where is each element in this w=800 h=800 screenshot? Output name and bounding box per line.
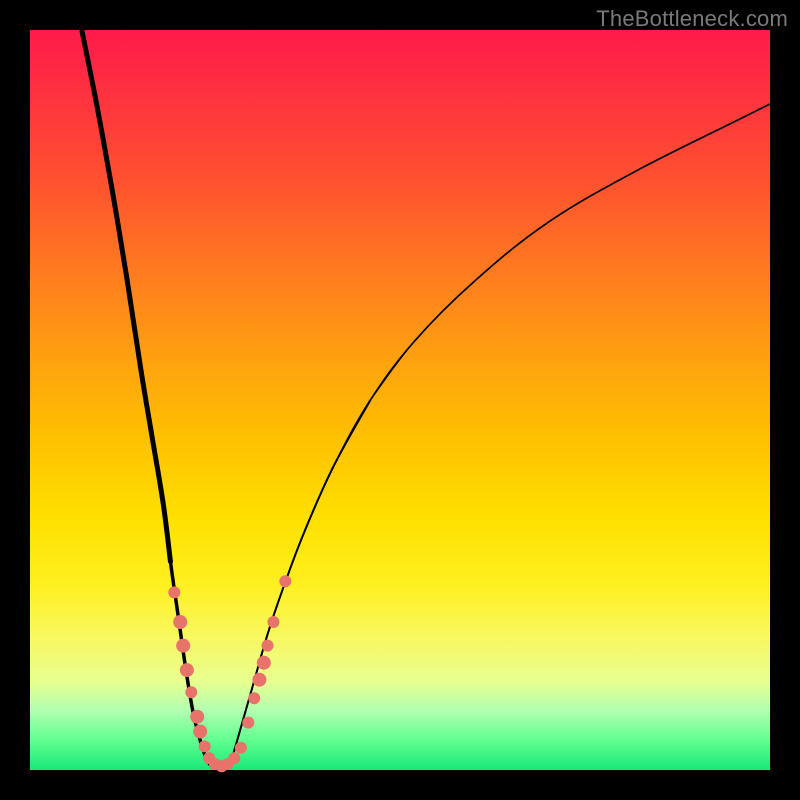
data-point — [262, 640, 274, 652]
data-point — [242, 717, 254, 729]
chart-svg — [30, 30, 770, 770]
data-point — [190, 710, 204, 724]
data-point — [235, 742, 247, 754]
chart-frame: TheBottleneck.com — [0, 0, 800, 800]
data-point — [185, 686, 197, 698]
data-point — [228, 752, 240, 764]
data-point — [176, 639, 190, 653]
data-point — [173, 615, 187, 629]
data-point — [279, 575, 291, 587]
curve-right-curve-thin — [370, 104, 770, 400]
plot-area — [30, 30, 770, 770]
data-point — [168, 586, 180, 598]
curve-group — [82, 30, 770, 770]
curve-left-curve-thick — [82, 30, 171, 563]
data-point — [267, 616, 279, 628]
data-point — [180, 663, 194, 677]
curve-right-curve-thick — [228, 400, 370, 770]
data-point — [252, 673, 266, 687]
data-point — [199, 740, 211, 752]
dots-group — [168, 575, 291, 772]
watermark-text: TheBottleneck.com — [596, 6, 788, 32]
data-point — [248, 692, 260, 704]
curve-right-curve — [228, 104, 770, 770]
data-point — [193, 725, 207, 739]
data-point — [257, 656, 271, 670]
